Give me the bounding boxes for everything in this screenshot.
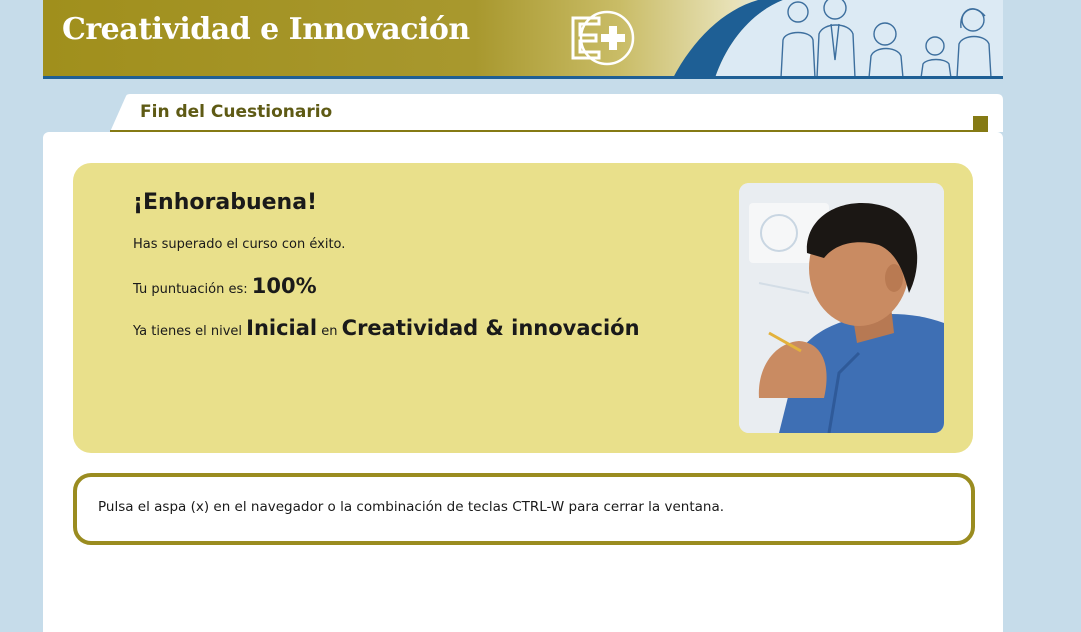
level-value: Inicial <box>246 316 318 340</box>
passed-text: Has superado el curso con éxito. <box>133 237 346 252</box>
congrats-heading: ¡Enhorabuena! <box>133 190 318 215</box>
app-title: Creatividad e Innovación <box>62 12 470 47</box>
score-line: Tu puntuación es: 100% <box>133 274 317 298</box>
level-joiner: en <box>321 324 338 339</box>
header-divider <box>43 76 1003 79</box>
people-illustration-icon <box>673 0 1003 78</box>
thinking-man-photo-icon <box>739 183 944 433</box>
level-line: Ya tienes el nivel Inicial en Creativida… <box>133 316 640 340</box>
tab-marker <box>973 116 988 131</box>
app-header: Creatividad e Innovación <box>43 0 1003 78</box>
score-value: 100% <box>251 274 317 298</box>
e-plus-logo-icon <box>571 10 635 66</box>
score-label: Tu puntuación es: <box>133 282 248 297</box>
level-prefix: Ya tienes el nivel <box>133 324 242 339</box>
section-title: Fin del Cuestionario <box>140 102 333 122</box>
close-window-notice: Pulsa el aspa (x) en el navegador o la c… <box>98 499 725 515</box>
course-name: Creatividad & innovación <box>341 316 640 340</box>
